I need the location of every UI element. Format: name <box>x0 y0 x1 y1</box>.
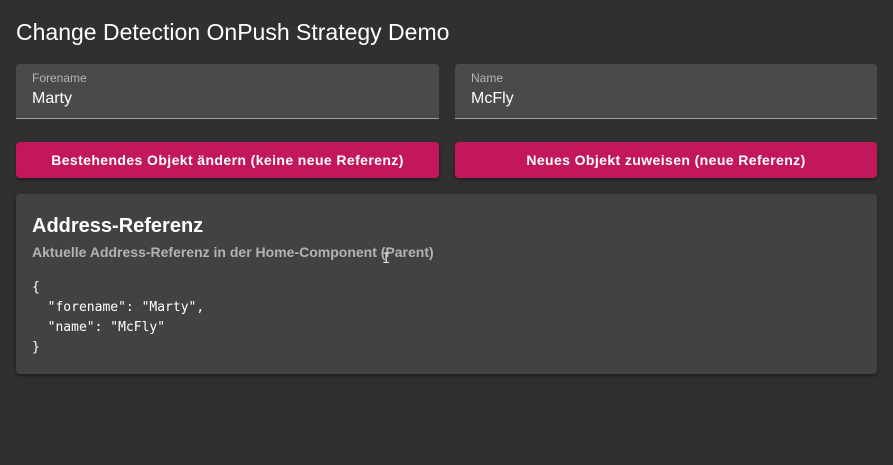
forename-label: Forename <box>32 71 87 85</box>
card-subtitle: Aktuelle Address-Referenz in der Home-Co… <box>32 244 434 260</box>
forename-field[interactable]: Forename <box>16 64 439 119</box>
card-title: Address-Referenz <box>32 215 204 237</box>
page: Change Detection OnPush Strategy Demo Fo… <box>0 0 893 465</box>
name-label: Name <box>471 71 504 85</box>
name-input[interactable] <box>471 88 861 110</box>
forename-input[interactable] <box>32 88 423 110</box>
assign-new-object-button[interactable]: Neues Objekt zuweisen (neue Referenz) <box>455 142 877 178</box>
name-field[interactable]: Name <box>455 64 877 119</box>
address-json: { "forename": "Marty", "name": "McFly" } <box>32 280 205 355</box>
page-title: Change Detection OnPush Strategy Demo <box>16 19 450 45</box>
address-reference-card: Address-Referenz Aktuelle Address-Refere… <box>16 194 877 374</box>
text-cursor-icon: I <box>382 251 391 267</box>
mutate-object-button[interactable]: Bestehendes Objekt ändern (keine neue Re… <box>16 142 439 178</box>
